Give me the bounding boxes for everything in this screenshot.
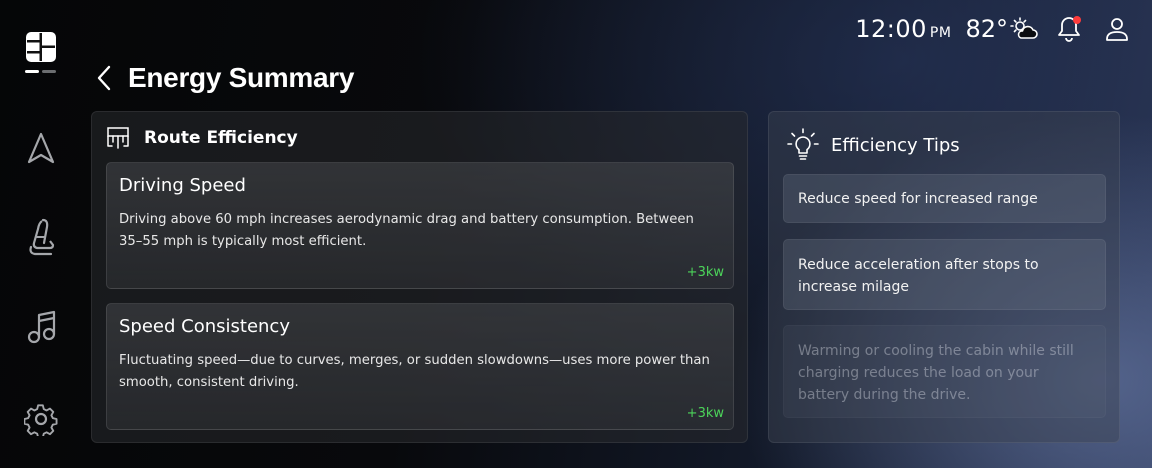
weather[interactable]: 82° (965, 15, 1038, 43)
seat-icon (29, 218, 55, 256)
route-icon (107, 127, 129, 149)
sidebar (0, 0, 80, 468)
active-indicator (25, 70, 57, 73)
gear-icon (24, 404, 58, 436)
energy-delta: +3kw (686, 265, 724, 280)
page-title: Energy Summary (128, 62, 355, 93)
tip-item[interactable]: Reduce acceleration after stops to incre… (783, 239, 1106, 310)
seat-button[interactable] (20, 216, 62, 258)
efficiency-tips-title: Efficiency Tips (831, 134, 960, 156)
profile-button[interactable] (1100, 12, 1134, 46)
card-title: Driving Speed (119, 175, 246, 196)
speed-consistency-card[interactable]: Speed Consistency Fluctuating speed—due … (106, 303, 734, 430)
user-icon (1106, 18, 1128, 41)
partly-cloudy-icon (1010, 17, 1038, 39)
efficiency-tips-panel: Efficiency Tips Reduce speed for increas… (768, 111, 1120, 443)
route-efficiency-header: Route Efficiency (106, 126, 298, 150)
route-efficiency-panel: Route Efficiency Driving Speed Driving a… (91, 111, 748, 443)
back-button[interactable] (90, 58, 118, 98)
card-title: Speed Consistency (119, 316, 290, 337)
lightbulb-icon (787, 128, 819, 160)
tip-item[interactable]: Warming or cooling the cabin while still… (783, 325, 1106, 418)
status-bar: 12:00 PM 82° (855, 12, 1134, 46)
efficiency-tips-header: Efficiency Tips (787, 128, 960, 162)
page-header: Energy Summary (90, 56, 354, 100)
driving-speed-card[interactable]: Driving Speed Driving above 60 mph incre… (106, 162, 734, 289)
home-button[interactable] (20, 27, 62, 69)
clock-ampm: PM (929, 25, 952, 41)
route-efficiency-title: Route Efficiency (144, 128, 298, 148)
card-description: Fluctuating speed—due to curves, merges,… (119, 353, 710, 390)
temperature: 82° (965, 15, 1008, 43)
clock: 12:00 PM (855, 15, 951, 43)
navigation-arrow-icon (27, 132, 55, 164)
notification-badge (1073, 16, 1081, 24)
tip-item[interactable]: Reduce speed for increased range (783, 174, 1106, 223)
settings-button[interactable] (20, 398, 62, 440)
card-description: Driving above 60 mph increases aerodynam… (119, 212, 694, 249)
navigation-button[interactable] (20, 127, 62, 169)
chevron-left-icon (97, 65, 111, 91)
energy-delta: +3kw (686, 406, 724, 421)
clock-time: 12:00 (855, 15, 927, 43)
notifications-button[interactable] (1052, 12, 1086, 46)
grid-home-icon (26, 32, 56, 62)
media-button[interactable] (20, 306, 62, 348)
music-note-icon (27, 310, 56, 344)
